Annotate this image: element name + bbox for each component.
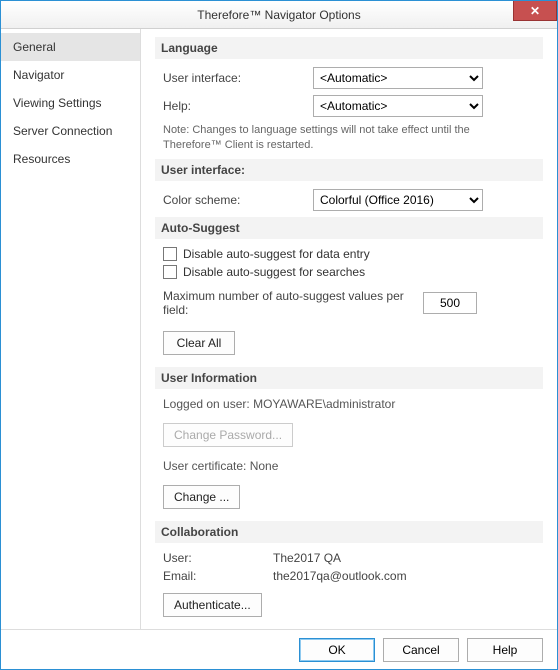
sidebar-item-navigator[interactable]: Navigator: [1, 61, 140, 89]
sidebar-item-server-connection[interactable]: Server Connection: [1, 117, 140, 145]
sidebar-item-general[interactable]: General: [1, 33, 140, 61]
collab-email-value: the2017qa@outlook.com: [273, 569, 407, 583]
clear-all-button[interactable]: Clear All: [163, 331, 235, 355]
authenticate-button[interactable]: Authenticate...: [163, 593, 262, 617]
sidebar: General Navigator Viewing Settings Serve…: [1, 29, 141, 629]
help-button[interactable]: Help: [467, 638, 543, 662]
section-collaboration: Collaboration: [155, 521, 543, 543]
disable-auto-suggest-entry-label: Disable auto-suggest for data entry: [183, 247, 370, 261]
help-language-label: Help:: [163, 99, 313, 113]
disable-auto-suggest-search-label: Disable auto-suggest for searches: [183, 265, 365, 279]
max-auto-suggest-input[interactable]: [423, 292, 477, 314]
section-user-interface: User interface:: [155, 159, 543, 181]
user-certificate: User certificate: None: [163, 459, 543, 473]
dialog-footer: OK Cancel Help: [1, 629, 557, 669]
disable-auto-suggest-search-checkbox[interactable]: [163, 265, 177, 279]
window-title: Therefore™ Navigator Options: [1, 8, 557, 22]
color-scheme-label: Color scheme:: [163, 193, 313, 207]
content-panel: Language User interface: <Automatic> Hel…: [141, 29, 557, 629]
help-language-select[interactable]: <Automatic>: [313, 95, 483, 117]
max-auto-suggest-label: Maximum number of auto-suggest values pe…: [163, 289, 423, 317]
disable-auto-suggest-entry-checkbox[interactable]: [163, 247, 177, 261]
ui-language-select[interactable]: <Automatic>: [313, 67, 483, 89]
section-auto-suggest: Auto-Suggest: [155, 217, 543, 239]
logged-on-user: Logged on user: MOYAWARE\administrator: [163, 397, 543, 411]
collab-user-label: User:: [163, 551, 273, 565]
section-user-information: User Information: [155, 367, 543, 389]
sidebar-item-resources[interactable]: Resources: [1, 145, 140, 173]
close-button[interactable]: ✕: [513, 1, 557, 21]
language-note: Note: Changes to language settings will …: [163, 123, 523, 153]
ok-button[interactable]: OK: [299, 638, 375, 662]
collab-email-label: Email:: [163, 569, 273, 583]
color-scheme-select[interactable]: Colorful (Office 2016): [313, 189, 483, 211]
collab-user-value: The2017 QA: [273, 551, 341, 565]
change-certificate-button[interactable]: Change ...: [163, 485, 240, 509]
section-language: Language: [155, 37, 543, 59]
title-bar: Therefore™ Navigator Options ✕: [1, 1, 557, 29]
change-password-button: Change Password...: [163, 423, 293, 447]
ui-language-label: User interface:: [163, 71, 313, 85]
sidebar-item-viewing-settings[interactable]: Viewing Settings: [1, 89, 140, 117]
cancel-button[interactable]: Cancel: [383, 638, 459, 662]
